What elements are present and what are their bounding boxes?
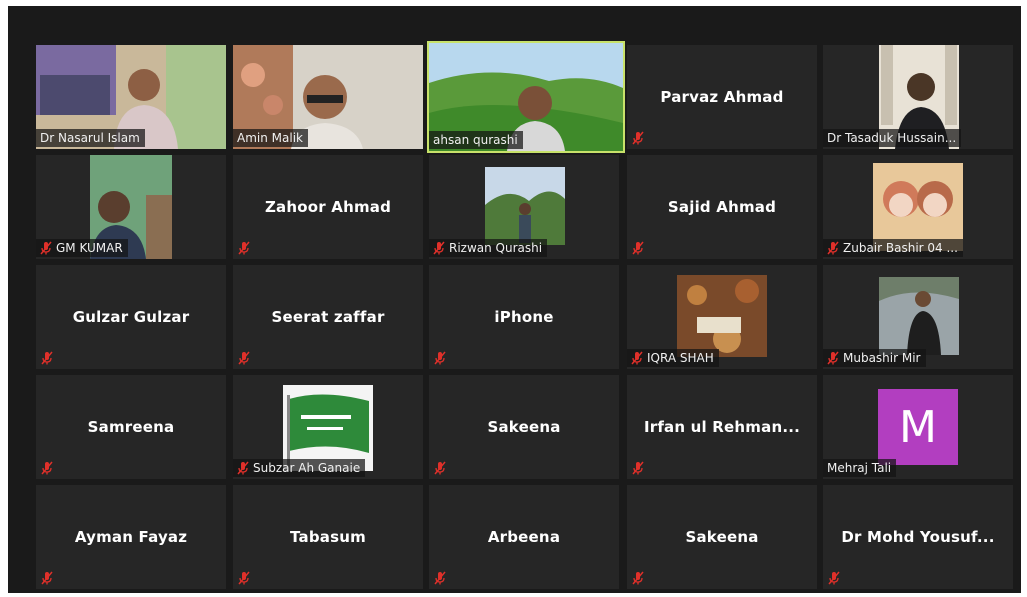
microphone-muted-icon xyxy=(827,241,839,255)
participant-tile[interactable]: Subzar Ah Ganaie xyxy=(233,375,423,479)
participant-name: Ayman Fayaz xyxy=(74,528,188,546)
participant-name: Sakeena xyxy=(487,418,561,436)
participant-name: Gulzar Gulzar xyxy=(72,308,190,326)
participant-name-label: Dr Tasaduk Hussain... xyxy=(823,129,962,147)
microphone-muted-icon xyxy=(41,571,53,585)
participant-name: Parvaz Ahmad xyxy=(660,88,784,106)
participant-tile[interactable]: Samreena xyxy=(36,375,226,479)
participant-tile[interactable]: Zubair Bashir 04 ... xyxy=(823,155,1013,259)
participant-name: Seerat zaffar xyxy=(271,308,385,326)
microphone-muted-icon xyxy=(632,131,644,145)
participant-tile[interactable]: Sakeena xyxy=(429,375,619,479)
microphone-muted-icon xyxy=(434,571,446,585)
participant-name: Sajid Ahmad xyxy=(667,198,777,216)
video-gallery: Dr Nasarul Islam Amin Malik ahsan qurash… xyxy=(8,6,1021,593)
participant-name-label: Rizwan Qurashi xyxy=(429,239,548,257)
participant-name: GM KUMAR xyxy=(56,241,123,255)
participant-name: ahsan qurashi xyxy=(433,133,518,147)
participant-name: Dr Mohd Yousuf... xyxy=(841,528,995,546)
participant-name-label: Amin Malik xyxy=(233,129,308,147)
participant-name: Dr Tasaduk Hussain... xyxy=(827,131,957,145)
participant-tile[interactable]: Mubashir Mir xyxy=(823,265,1013,369)
participant-tile[interactable]: iPhone xyxy=(429,265,619,369)
microphone-muted-icon xyxy=(238,571,250,585)
microphone-muted-icon xyxy=(238,351,250,365)
participant-tile[interactable]: Rizwan Qurashi xyxy=(429,155,619,259)
participant-name: Irfan ul Rehman... xyxy=(643,418,801,436)
microphone-muted-icon xyxy=(41,461,53,475)
participant-tile[interactable]: Dr Tasaduk Hussain... xyxy=(823,45,1013,149)
participant-name: IQRA SHAH xyxy=(647,351,714,365)
participant-tile[interactable]: Arbeena xyxy=(429,485,619,589)
participant-tile[interactable]: GM KUMAR xyxy=(36,155,226,259)
participant-name: Sakeena xyxy=(685,528,759,546)
participant-name: Mubashir Mir xyxy=(843,351,921,365)
participant-tile[interactable]: Dr Nasarul Islam xyxy=(36,45,226,149)
microphone-muted-icon xyxy=(434,461,446,475)
microphone-muted-icon xyxy=(41,351,53,365)
participant-tile[interactable]: Dr Mohd Yousuf... xyxy=(823,485,1013,589)
participant-name-label: Subzar Ah Ganaie xyxy=(233,459,366,477)
participant-name-label: IQRA SHAH xyxy=(627,349,719,367)
participant-name: Mehraj Tali xyxy=(827,461,892,475)
participant-name-label: Dr Nasarul Islam xyxy=(36,129,145,147)
participant-name: Dr Nasarul Islam xyxy=(40,131,140,145)
participant-tile[interactable]: M Mehraj Tali xyxy=(823,375,1013,479)
participant-name: Samreena xyxy=(87,418,175,436)
microphone-muted-icon xyxy=(827,351,839,365)
microphone-muted-icon xyxy=(632,241,644,255)
participant-tile[interactable]: Sajid Ahmad xyxy=(627,155,817,259)
participant-name-label: ahsan qurashi xyxy=(429,131,523,149)
microphone-muted-icon xyxy=(40,241,52,255)
microphone-muted-icon xyxy=(238,241,250,255)
microphone-muted-icon xyxy=(433,241,445,255)
microphone-muted-icon xyxy=(237,461,249,475)
participant-name: Arbeena xyxy=(487,528,561,546)
avatar: M xyxy=(878,389,958,465)
participant-tile[interactable]: Zahoor Ahmad xyxy=(233,155,423,259)
participant-tile[interactable]: Amin Malik xyxy=(233,45,423,149)
participant-name: Tabasum xyxy=(290,528,366,546)
participant-name-label: Mubashir Mir xyxy=(823,349,926,367)
microphone-muted-icon xyxy=(632,571,644,585)
participant-tile[interactable]: Seerat zaffar xyxy=(233,265,423,369)
participant-name: Zubair Bashir 04 ... xyxy=(843,241,958,255)
participant-tile[interactable]: IQRA SHAH xyxy=(627,265,817,369)
participant-name: Zahoor Ahmad xyxy=(264,198,392,216)
microphone-muted-icon xyxy=(632,461,644,475)
participant-name: Subzar Ah Ganaie xyxy=(253,461,361,475)
participant-tile[interactable]: Tabasum xyxy=(233,485,423,589)
microphone-muted-icon xyxy=(828,571,840,585)
participant-tile-active-speaker[interactable]: ahsan qurashi xyxy=(427,41,625,153)
participant-name-label: Mehraj Tali xyxy=(823,459,897,477)
participant-name: iPhone xyxy=(494,308,554,326)
participant-tile[interactable]: Ayman Fayaz xyxy=(36,485,226,589)
participant-tile[interactable]: Gulzar Gulzar xyxy=(36,265,226,369)
microphone-muted-icon xyxy=(434,351,446,365)
microphone-muted-icon xyxy=(631,351,643,365)
participant-tile[interactable]: Sakeena xyxy=(627,485,817,589)
participant-name: Rizwan Qurashi xyxy=(449,241,543,255)
participant-name-label: Zubair Bashir 04 ... xyxy=(823,239,963,257)
participant-name-label: GM KUMAR xyxy=(36,239,128,257)
participant-tile[interactable]: Irfan ul Rehman... xyxy=(627,375,817,479)
participant-name: Amin Malik xyxy=(237,131,303,145)
participant-tile[interactable]: Parvaz Ahmad xyxy=(627,45,817,149)
